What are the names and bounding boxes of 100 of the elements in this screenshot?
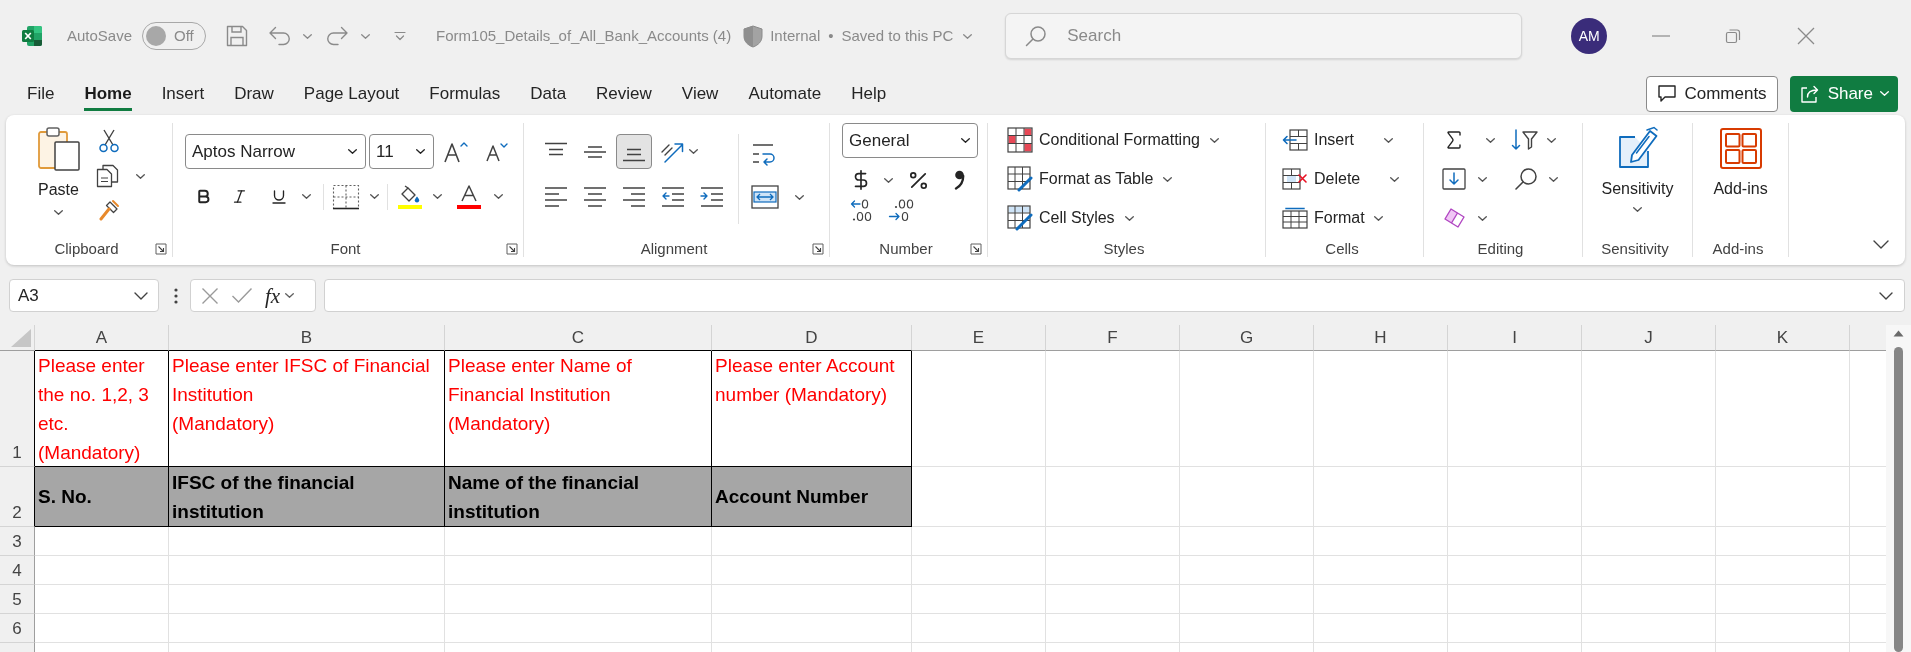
add-ins-button[interactable]: Add-ins xyxy=(1713,128,1768,199)
column-header[interactable]: E xyxy=(912,325,1046,351)
dialog-launcher-icon[interactable] xyxy=(812,243,824,255)
clipboard-icon xyxy=(36,126,81,172)
search-box[interactable]: Search xyxy=(1005,13,1523,59)
conditional-formatting-button[interactable]: Conditional Formatting xyxy=(1007,127,1265,153)
cell-styles-button[interactable]: Cell Styles xyxy=(1007,205,1265,231)
column-header[interactable]: D xyxy=(712,325,912,351)
scissors-icon xyxy=(98,129,120,153)
formula-input[interactable] xyxy=(324,279,1905,312)
column-header[interactable]: F xyxy=(1046,325,1180,351)
comments-button[interactable]: Comments xyxy=(1646,75,1778,112)
menu-tab[interactable]: Review xyxy=(596,76,652,111)
menu-tab[interactable]: Formulas xyxy=(429,76,501,111)
row-header[interactable]: 4 xyxy=(0,556,35,585)
menu-tab[interactable]: Automate xyxy=(748,76,822,111)
column-header[interactable]: C xyxy=(445,325,712,351)
menu-tab[interactable]: Insert xyxy=(161,76,205,111)
group-label: Alignment xyxy=(640,238,708,259)
merge-center-button[interactable] xyxy=(751,185,804,209)
wrap-text-icon xyxy=(751,142,777,166)
sheet-cell xyxy=(1850,585,1886,614)
redo-icon[interactable] xyxy=(326,26,350,46)
format-as-table-button[interactable]: Format as Table xyxy=(1007,166,1265,192)
caret-icon xyxy=(1373,215,1383,221)
grid-arrow-icon xyxy=(1282,129,1308,151)
dialog-launcher-icon[interactable] xyxy=(506,243,518,255)
undo-icon[interactable] xyxy=(268,26,292,46)
menu-tab[interactable]: Draw xyxy=(234,76,274,111)
insert-cells-button[interactable]: Insert xyxy=(1282,127,1423,153)
font-name-combobox[interactable]: Aptos Narrow xyxy=(185,134,366,169)
caret-icon xyxy=(302,194,311,199)
sort-filter-button[interactable] xyxy=(1511,127,1558,153)
cut-button[interactable] xyxy=(96,129,122,153)
cancel-button[interactable] xyxy=(201,286,219,305)
menu-tab[interactable]: File xyxy=(27,76,55,111)
restore-icon[interactable] xyxy=(1725,28,1742,44)
font-color-icon xyxy=(456,183,482,210)
enter-button[interactable] xyxy=(231,287,253,304)
font-color-button[interactable] xyxy=(456,183,503,210)
caret-icon xyxy=(54,210,63,215)
chevron-icon[interactable] xyxy=(1879,291,1893,300)
share-button[interactable]: Share xyxy=(1789,75,1898,112)
caret-icon xyxy=(303,33,313,39)
column-header[interactable]: H xyxy=(1314,325,1448,351)
scroll-thumb[interactable] xyxy=(1894,347,1903,652)
save-icon[interactable] xyxy=(225,24,250,48)
highlighted-grid-icon xyxy=(1007,127,1033,153)
column-header[interactable]: J xyxy=(1582,325,1716,351)
number-format-combobox[interactable]: General xyxy=(842,123,978,158)
sensitivity-button[interactable]: Sensitivity xyxy=(1601,125,1674,212)
paint-bucket-icon xyxy=(397,183,423,210)
sheet-cell: S. No. xyxy=(35,467,169,527)
scroll-up-icon[interactable] xyxy=(1893,330,1904,337)
paste-button[interactable]: Paste xyxy=(35,126,82,221)
borders-button[interactable] xyxy=(332,183,379,210)
insert-function-button[interactable]: fx xyxy=(265,283,281,308)
column-header[interactable]: B xyxy=(169,325,445,351)
row-header[interactable]: 3 xyxy=(0,527,35,556)
search-icon xyxy=(1514,167,1538,191)
menu-tab[interactable]: Help xyxy=(851,76,887,111)
menu-tab[interactable]: Page Layout xyxy=(303,76,400,111)
search-input[interactable]: Search xyxy=(1067,23,1522,49)
align-bottom-button[interactable] xyxy=(616,134,652,169)
dialog-launcher-icon[interactable] xyxy=(155,243,167,255)
name-box[interactable]: A3 xyxy=(9,279,159,312)
more-options-icon[interactable] xyxy=(174,286,178,305)
close-icon[interactable] xyxy=(1797,27,1816,45)
row-header[interactable]: 5 xyxy=(0,585,35,614)
column-header[interactable]: I xyxy=(1448,325,1582,351)
font-size-combobox[interactable]: 11 xyxy=(369,134,434,169)
sheet-cell: Name of the financial institution xyxy=(445,467,712,527)
menu-tab[interactable]: Home xyxy=(84,76,132,111)
caret-icon xyxy=(795,194,804,200)
document-title: Form105_Details_of_All_Bank_Accounts (4) xyxy=(436,25,732,46)
caret-icon xyxy=(433,194,442,199)
menu-tab[interactable]: View xyxy=(681,76,719,111)
dialog-launcher-icon[interactable] xyxy=(970,243,982,255)
fill-color-button[interactable] xyxy=(397,183,442,210)
row-header[interactable]: 6 xyxy=(0,614,35,643)
format-cells-button[interactable]: Format xyxy=(1282,205,1423,231)
increase-decimal-button[interactable] xyxy=(888,198,914,222)
comma-style-button[interactable] xyxy=(954,170,965,190)
column-header[interactable]: K xyxy=(1716,325,1850,351)
collapse-ribbon-icon[interactable] xyxy=(1873,240,1889,249)
column-header[interactable]: A xyxy=(35,325,169,351)
vertical-scrollbar[interactable] xyxy=(1886,325,1911,652)
toolbar-menu-icon[interactable] xyxy=(394,31,407,41)
account-avatar[interactable]: AM xyxy=(1571,18,1608,54)
menu-tab[interactable]: Data xyxy=(530,76,567,111)
row-header[interactable]: 1 xyxy=(0,351,35,467)
row-header[interactable]: 2 xyxy=(0,467,35,527)
check-icon xyxy=(231,287,253,304)
delete-cells-button[interactable]: Delete xyxy=(1282,166,1423,192)
column-header[interactable]: G xyxy=(1180,325,1314,351)
caret-icon xyxy=(1880,91,1889,96)
caret-icon xyxy=(961,138,970,143)
copy-button[interactable] xyxy=(96,164,145,188)
chevron-icon[interactable] xyxy=(134,291,148,300)
sheet-cell xyxy=(1850,556,1886,585)
